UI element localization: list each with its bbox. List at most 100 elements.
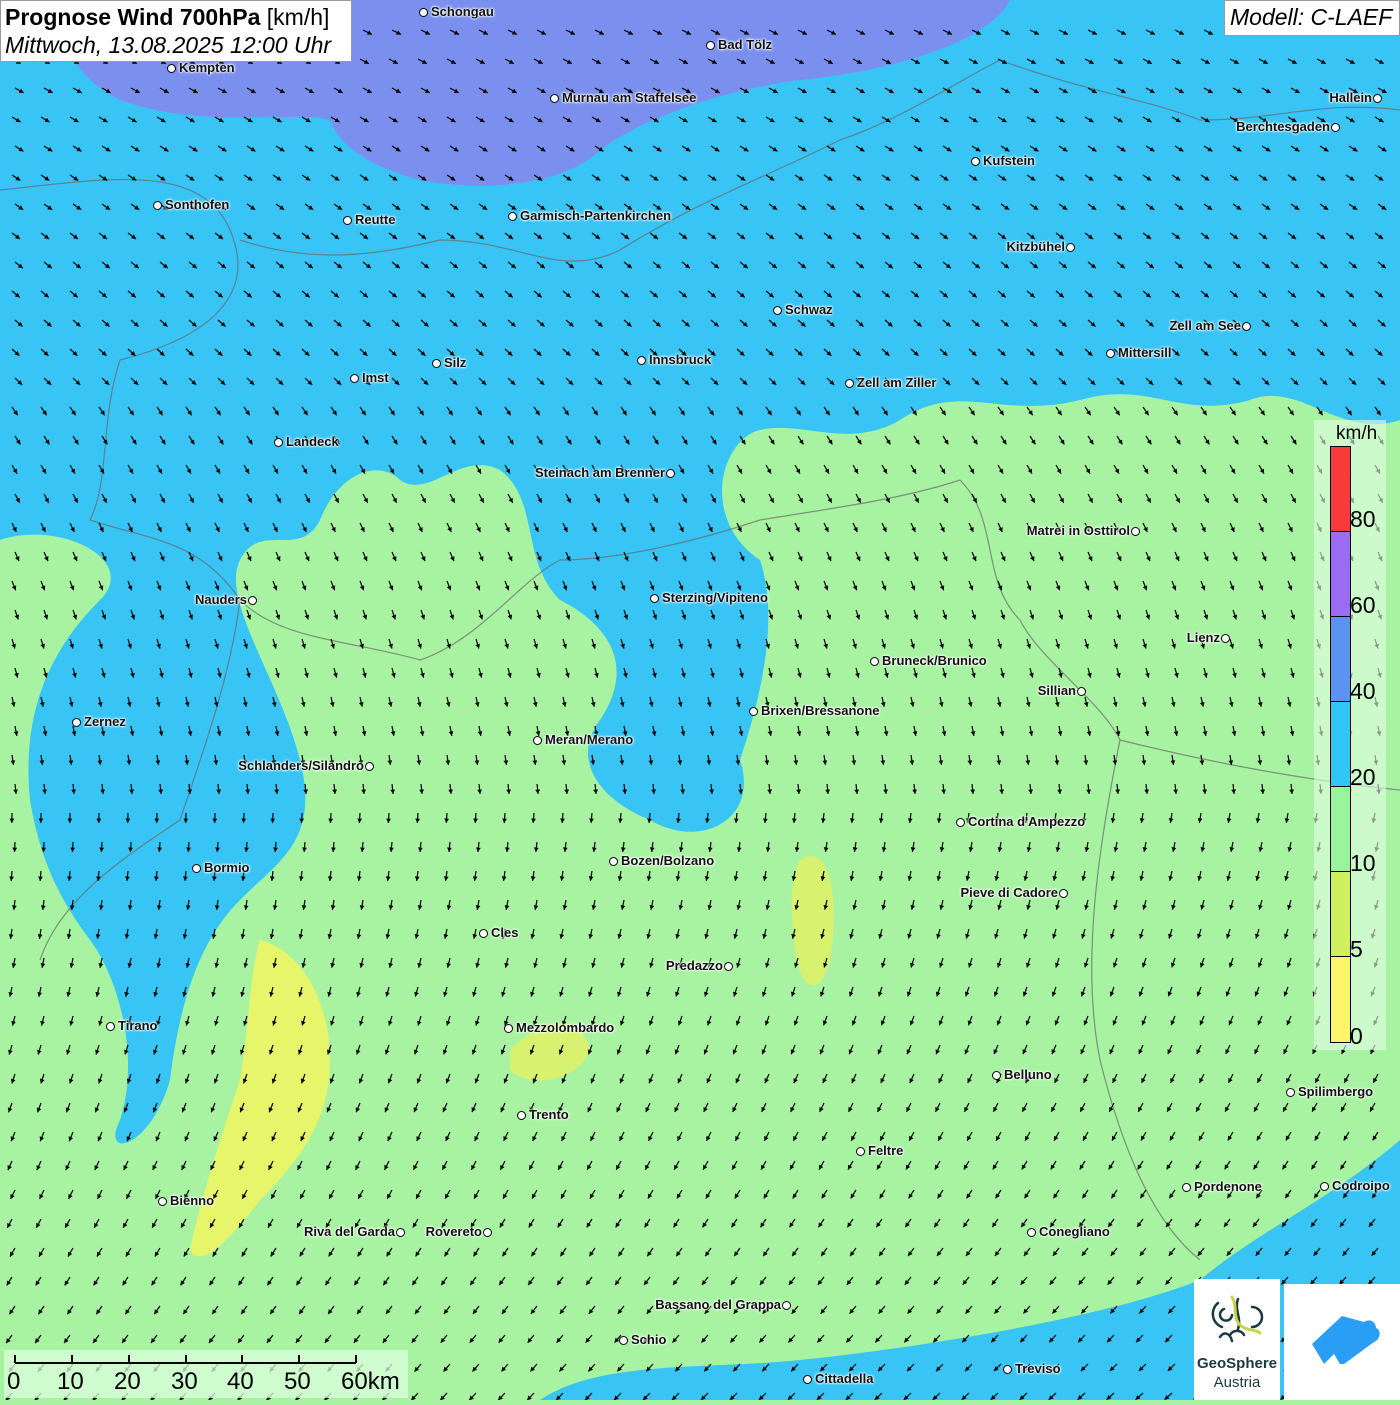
city-label: Innsbruck xyxy=(649,352,711,367)
legend-swatch xyxy=(1331,872,1350,957)
legend-label: 0 xyxy=(1350,1023,1363,1050)
city-marker xyxy=(1077,687,1086,696)
city-label: Sillian xyxy=(1038,683,1076,698)
city-marker xyxy=(1373,94,1382,103)
city-marker xyxy=(106,1022,115,1031)
city-marker xyxy=(158,1197,167,1206)
scale-label: 10 xyxy=(57,1368,84,1396)
city-marker xyxy=(432,359,441,368)
city-label: Bassano del Grappa xyxy=(655,1297,781,1312)
city-label: Rovereto xyxy=(426,1224,482,1239)
city-label: Kufstein xyxy=(983,153,1035,168)
city-label: Cles xyxy=(491,925,518,940)
city-marker xyxy=(508,212,517,221)
city-label: Garmisch-Partenkirchen xyxy=(520,208,671,223)
legend-swatch xyxy=(1331,447,1350,532)
city-marker xyxy=(365,762,374,771)
legend-swatch xyxy=(1331,702,1350,787)
city-label: Conegliano xyxy=(1039,1224,1110,1239)
city-label: Kempten xyxy=(179,60,235,75)
city-label: Spilimbergo xyxy=(1298,1084,1373,1099)
city-marker xyxy=(1320,1182,1329,1191)
city-marker xyxy=(724,962,733,971)
geosphere-austria-logo[interactable]: GeoSphere Austria xyxy=(1194,1279,1280,1400)
logo-text: GeoSphere xyxy=(1194,1355,1280,1372)
city-label: Codroipo xyxy=(1332,1178,1390,1193)
city-marker xyxy=(971,157,980,166)
city-label: Sterzing/Vipiteno xyxy=(662,590,768,605)
city-label: Zell am Ziller xyxy=(857,375,936,390)
city-label: Lienz xyxy=(1187,630,1220,645)
city-label: Bozen/Bolzano xyxy=(621,853,714,868)
weather-service-logo[interactable] xyxy=(1284,1284,1400,1400)
logo-text: Austria xyxy=(1194,1374,1280,1391)
city-marker xyxy=(504,1024,513,1033)
legend-swatch xyxy=(1331,617,1350,702)
city-marker xyxy=(637,356,646,365)
city-label: Predazzo xyxy=(666,958,723,973)
city-marker xyxy=(706,41,715,50)
city-marker xyxy=(479,929,488,938)
city-marker xyxy=(167,64,176,73)
scale-label: 60km xyxy=(341,1368,400,1396)
city-label: Mezzolombardo xyxy=(516,1020,614,1035)
city-marker xyxy=(419,8,428,17)
legend-label: 20 xyxy=(1350,764,1376,791)
scale-label: 0 xyxy=(7,1368,20,1396)
city-label: Silz xyxy=(444,355,466,370)
city-label: Zell am See xyxy=(1169,318,1241,333)
map-title-box: Prognose Wind 700hPa [km/h] Mittwoch, 13… xyxy=(0,0,352,62)
city-marker xyxy=(72,718,81,727)
city-marker xyxy=(343,216,352,225)
city-label: Schwaz xyxy=(785,302,833,317)
city-marker xyxy=(782,1301,791,1310)
city-marker xyxy=(1182,1183,1191,1192)
forecast-datetime: Mittwoch, 13.08.2025 12:00 Uhr xyxy=(5,31,347,59)
scale-label: 50 xyxy=(284,1368,311,1396)
map-title: Prognose Wind 700hPa [km/h] xyxy=(5,3,347,31)
city-label: Cittadella xyxy=(815,1371,874,1386)
legend-label: 60 xyxy=(1350,592,1376,619)
city-label: Treviso xyxy=(1015,1361,1061,1376)
city-label: Pieve di Cadore xyxy=(960,885,1058,900)
legend-color-bar xyxy=(1330,446,1351,1043)
city-label: Riva del Garda xyxy=(304,1224,395,1239)
legend-label: 10 xyxy=(1350,850,1376,877)
city-label: Schongau xyxy=(431,4,494,19)
city-marker xyxy=(248,596,257,605)
scale-label: 40 xyxy=(227,1368,254,1396)
city-marker xyxy=(533,736,542,745)
city-label: Landeck xyxy=(286,434,339,449)
legend-unit: km/h xyxy=(1336,423,1377,445)
city-label: Bad Tölz xyxy=(718,37,772,52)
city-marker xyxy=(650,594,659,603)
city-marker xyxy=(609,857,618,866)
city-label: Steinach am Brenner xyxy=(535,465,665,480)
legend-label: 5 xyxy=(1350,936,1363,963)
city-marker xyxy=(153,201,162,210)
city-label: Kitzbühel xyxy=(1007,239,1066,254)
city-marker xyxy=(749,707,758,716)
city-label: Pordenone xyxy=(1194,1179,1262,1194)
city-label: Sonthofen xyxy=(165,197,229,212)
scale-bar-line xyxy=(4,1350,408,1370)
city-label: Belluno xyxy=(1004,1067,1052,1082)
city-label: Matrei in Osttirol xyxy=(1027,523,1130,538)
legend-label: 40 xyxy=(1350,678,1376,705)
city-marker xyxy=(1242,322,1251,331)
city-label: Nauders xyxy=(195,592,247,607)
city-marker xyxy=(845,379,854,388)
city-label: Schlanders/Silandro xyxy=(238,758,364,773)
legend-label: 80 xyxy=(1350,506,1376,533)
city-marker xyxy=(992,1071,1001,1080)
scale-bar: 0 10 20 30 40 50 60km xyxy=(4,1350,408,1398)
city-marker xyxy=(1066,243,1075,252)
city-marker xyxy=(773,306,782,315)
scale-label: 20 xyxy=(114,1368,141,1396)
city-label: Bormio xyxy=(204,860,250,875)
city-label: Tirano xyxy=(118,1018,158,1033)
city-marker xyxy=(1059,889,1068,898)
city-marker xyxy=(803,1375,812,1384)
city-marker xyxy=(1221,634,1230,643)
city-label: Feltre xyxy=(868,1143,903,1158)
